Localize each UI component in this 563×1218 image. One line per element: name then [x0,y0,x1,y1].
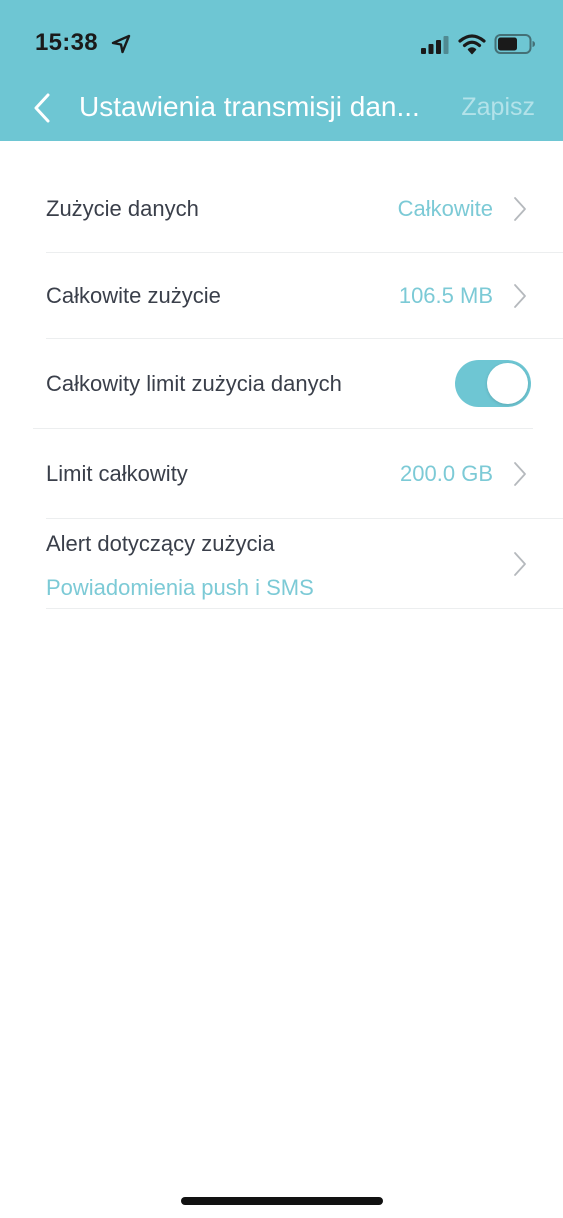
chevron-right-icon [514,552,526,576]
total-limit-label: Limit całkowity [46,461,188,486]
wifi-icon [458,34,486,55]
chevron-right-icon [514,284,526,308]
data-usage-value: Całkowite [397,196,493,221]
total-usage-row[interactable]: Całkowite zużycie 106.5 MB [46,253,563,338]
location-arrow-icon [111,34,131,54]
total-limit-row[interactable]: Limit całkowity 200.0 GB [46,429,563,518]
usage-alert-value: Powiadomienia push i SMS [46,575,314,600]
toggle-knob [487,363,528,404]
back-button[interactable] [26,88,58,128]
data-usage-label: Zużycie danych [46,196,199,221]
total-usage-label: Całkowite zużycie [46,283,221,308]
app-header: 15:38 Ustawienia transmisji dan... Zapis… [0,0,563,141]
cellular-signal-icon [421,36,449,54]
row-divider [46,608,563,609]
total-limit-toggle[interactable] [455,360,531,407]
total-limit-toggle-label: Całkowity limit zużycia danych [46,371,342,396]
home-indicator [181,1197,383,1205]
data-usage-row[interactable]: Zużycie danych Całkowite [46,170,563,252]
status-time: 15:38 [35,29,98,56]
page-title: Ustawienia transmisji dan... [79,91,420,122]
save-button[interactable]: Zapisz [461,93,535,122]
usage-alert-label: Alert dotyczący zużycia [46,531,275,556]
chevron-right-icon [514,197,526,221]
total-limit-value: 200.0 GB [400,461,493,486]
total-usage-value: 106.5 MB [398,283,493,308]
battery-icon [494,34,535,54]
chevron-right-icon [514,462,526,486]
chevron-left-icon [34,93,50,123]
